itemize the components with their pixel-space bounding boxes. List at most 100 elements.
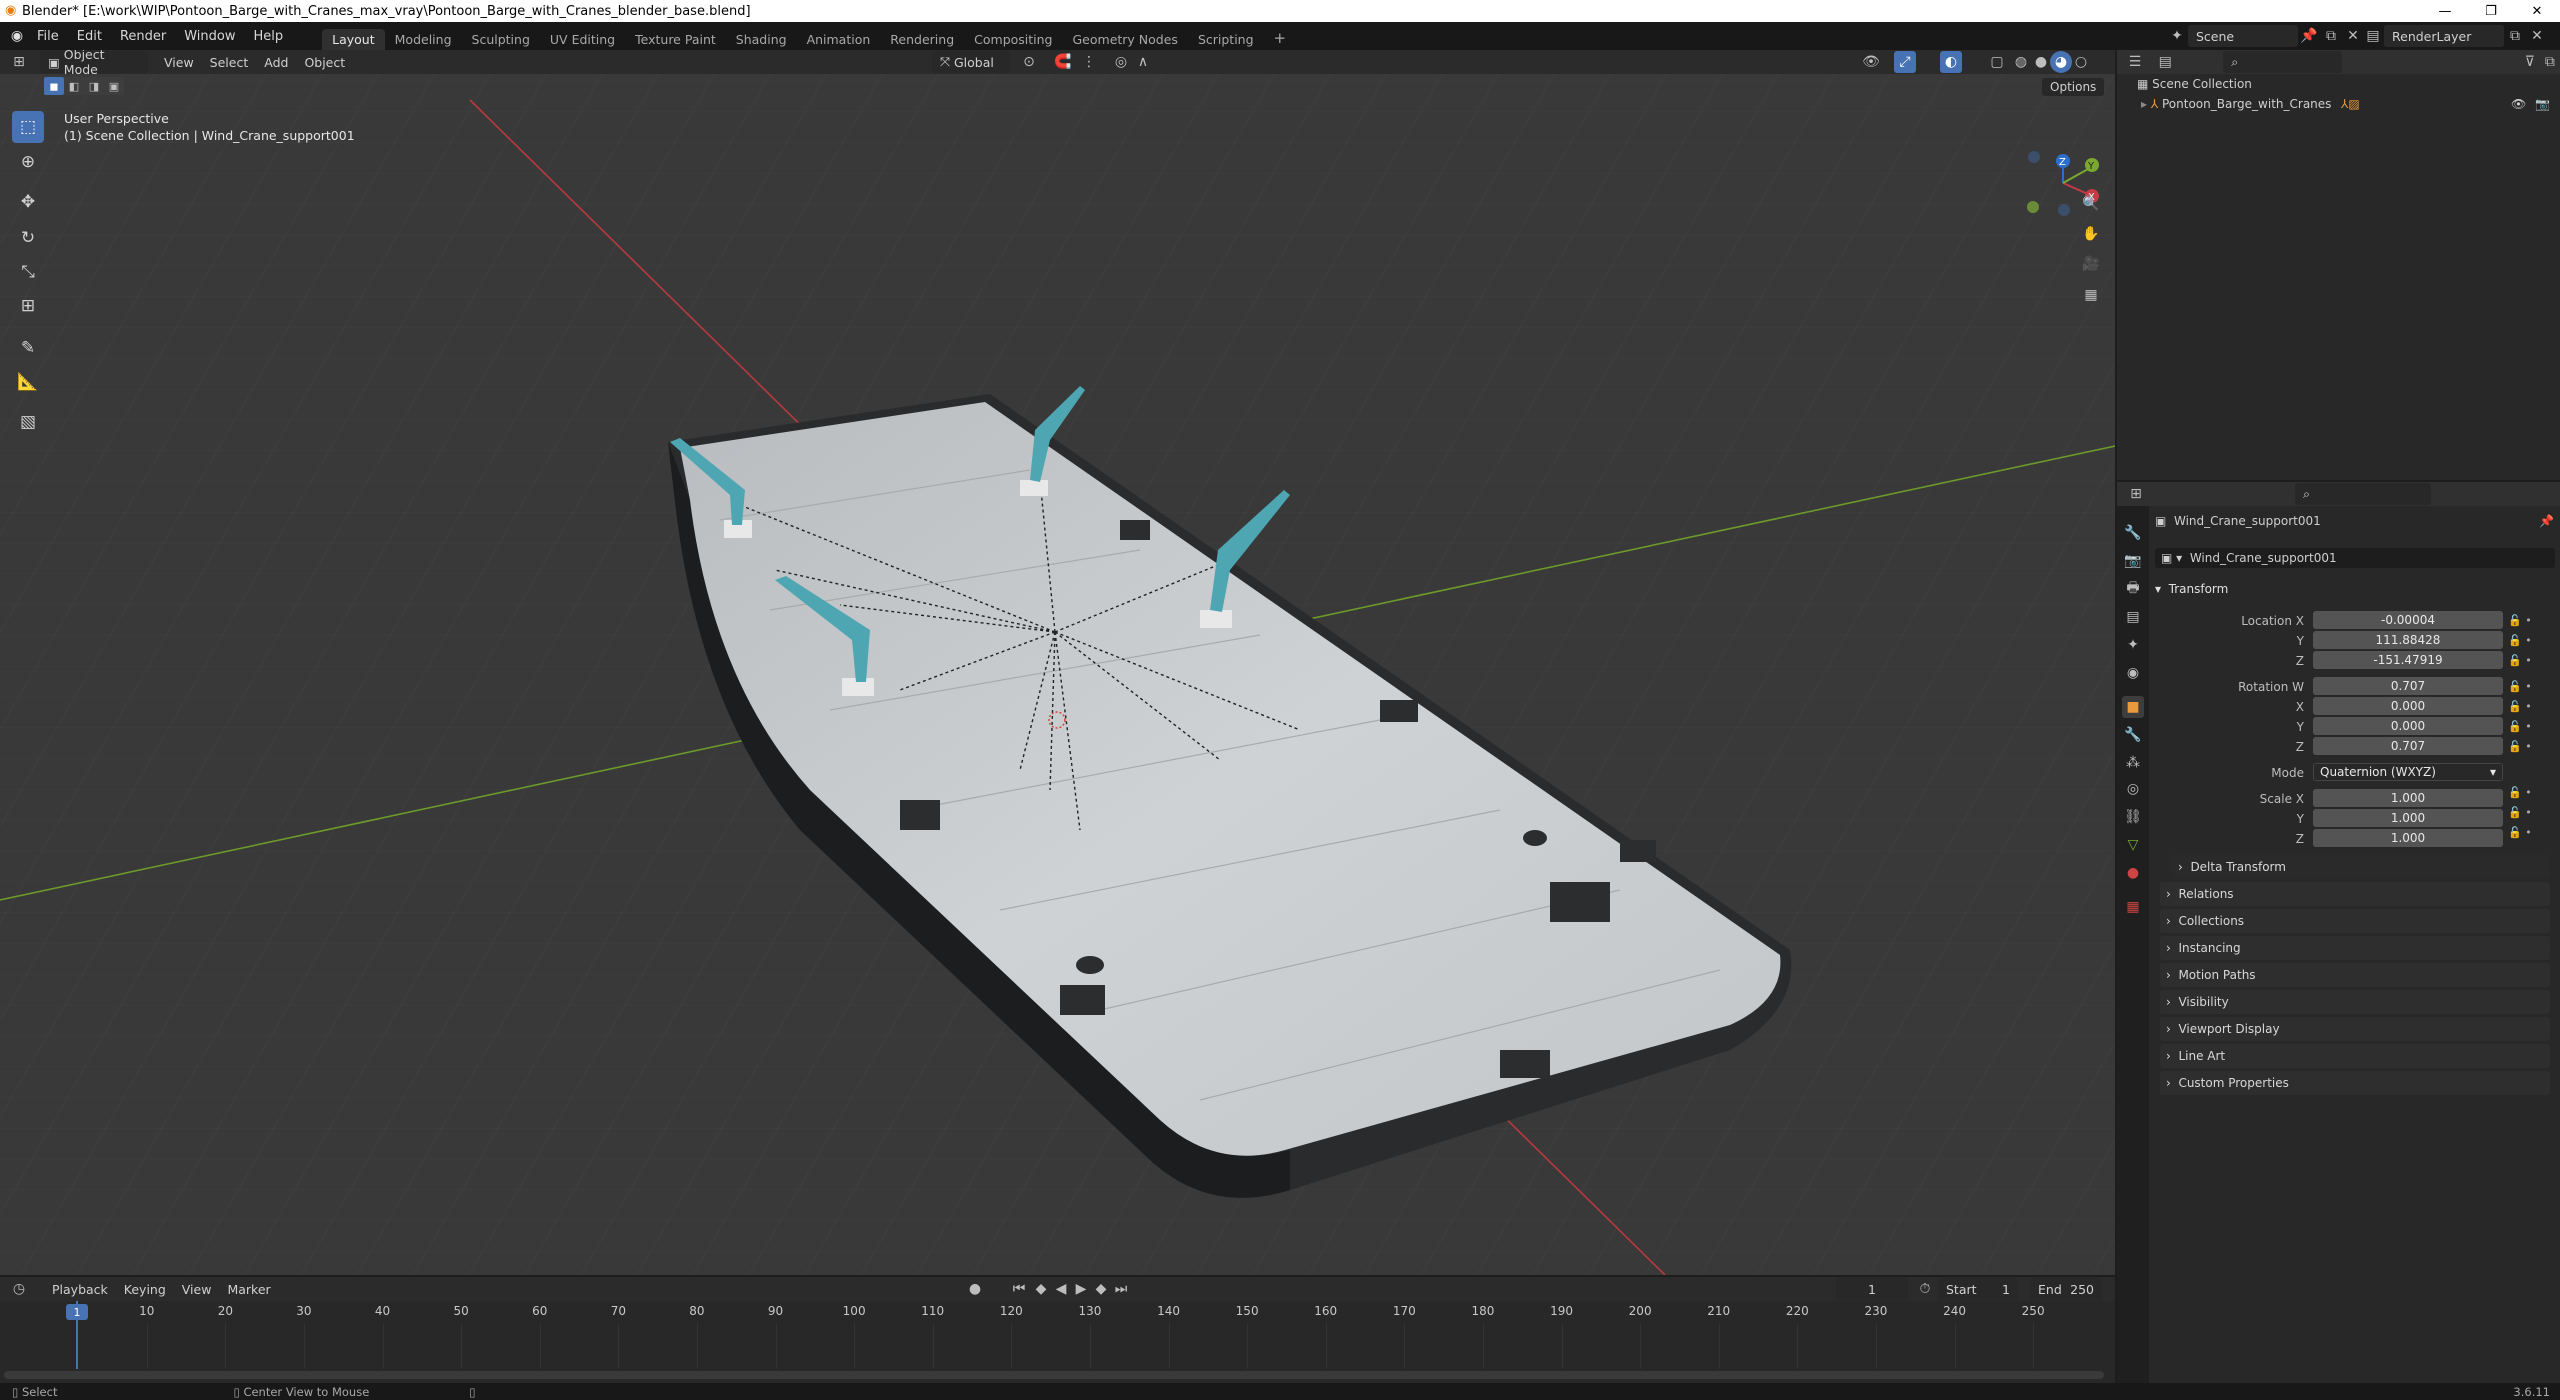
render-camera-icon[interactable]: 📷 [2535, 97, 2550, 111]
scale-z-field[interactable]: 1.000 [2313, 829, 2503, 847]
tab-modeling[interactable]: Modeling [385, 29, 462, 50]
record-icon[interactable]: ● [964, 1278, 986, 1300]
maximize-button[interactable]: ❐ [2468, 0, 2514, 22]
tool-tab-icon[interactable]: 🔧 [2122, 522, 2144, 544]
play-icon[interactable]: ▶ [1070, 1278, 1092, 1300]
gizmo-toggle-icon[interactable]: ⤢ [1894, 51, 1916, 73]
select-intersect-icon[interactable]: ▣ [104, 77, 124, 95]
tab-uv-editing[interactable]: UV Editing [540, 29, 625, 50]
pin-icon-2[interactable]: 📌 [2539, 514, 2554, 528]
location-z-field[interactable]: -151.47919 [2313, 651, 2503, 669]
timeline-track-area[interactable]: 10 20 30 40 50 60 70 80 90 100 110 120 130 140 150 160 1… [0, 1301, 2115, 1383]
snap-target-icon[interactable]: ⋮ [1078, 51, 1100, 73]
ortho-toggle-icon[interactable]: ▦ [2080, 284, 2102, 306]
menu-render[interactable]: Render [111, 29, 175, 44]
new-layer-icon[interactable]: ⧉ [2504, 25, 2526, 47]
xray-icon[interactable]: ▢ [1986, 51, 2008, 73]
menu-select[interactable]: Select [202, 51, 257, 73]
lock-icon[interactable]: 🔓 • [2508, 677, 2538, 697]
visibility-icon[interactable]: 👁 [1860, 51, 1882, 73]
pan-hand-icon[interactable]: ✋ [2080, 223, 2102, 245]
hide-eye-icon[interactable]: 👁 [2511, 97, 2526, 111]
start-frame-field[interactable]: Start 1 [1938, 1278, 2018, 1300]
delta-transform-panel[interactable]: › Delta Transform [2172, 855, 2550, 879]
cursor-tool-icon[interactable]: ⊕ [12, 146, 44, 178]
rotation-z-field[interactable]: 0.707 [2313, 737, 2503, 755]
render-tab-icon[interactable]: 📷 [2122, 550, 2144, 572]
menu-playback[interactable]: Playback [44, 1278, 116, 1300]
menu-window[interactable]: Window [175, 29, 244, 44]
viewport-display-panel[interactable]: › Viewport Display [2160, 1017, 2550, 1041]
mode-dropdown[interactable]: ▣ Object Mode [40, 50, 148, 77]
tab-sculpting[interactable]: Sculpting [462, 29, 540, 50]
delete-scene-icon[interactable]: ✕ [2342, 25, 2364, 47]
zoom-icon[interactable]: 🔍 [2080, 193, 2102, 215]
filter-icon[interactable]: ⊽ [2520, 51, 2540, 73]
outliner-editor-icon[interactable]: ☰ [2125, 51, 2145, 73]
select-extend-icon[interactable]: ◧ [64, 77, 84, 95]
select-new-icon[interactable]: ◼ [44, 77, 64, 95]
menu-marker[interactable]: Marker [219, 1278, 278, 1300]
menu-add[interactable]: Add [256, 51, 296, 73]
motion-paths-panel[interactable]: › Motion Paths [2160, 963, 2550, 987]
solid-shading-icon[interactable]: ● [2030, 51, 2052, 73]
line-art-panel[interactable]: › Line Art [2160, 1044, 2550, 1068]
prev-keyframe-icon[interactable]: ◆ [1030, 1278, 1052, 1300]
rotate-tool-icon[interactable]: ↻ [12, 222, 44, 254]
view-layer-selector[interactable]: ▤ RenderLayer ⧉ ✕ [2362, 25, 2548, 47]
pin-icon[interactable]: 📌 [2298, 25, 2320, 47]
pivot-icon[interactable]: ⊙ [1018, 51, 1040, 73]
play-reverse-icon[interactable]: ◀ [1050, 1278, 1072, 1300]
annotate-tool-icon[interactable]: ✎ [12, 332, 44, 364]
transform-tool-icon[interactable]: ⊞ [12, 290, 44, 322]
lock-icon[interactable]: 🔓 • [2508, 823, 2538, 843]
current-frame-field[interactable]: 1 [1836, 1278, 1908, 1300]
scale-y-field[interactable]: 1.000 [2313, 809, 2503, 827]
location-y-field[interactable]: 111.88428 [2313, 631, 2503, 649]
properties-editor-icon[interactable]: ⊞ [2125, 483, 2147, 505]
next-keyframe-icon[interactable]: ◆ [1090, 1278, 1112, 1300]
add-cube-tool-icon[interactable]: ▧ [12, 406, 44, 438]
lock-icon[interactable]: 🔓 • [2508, 737, 2538, 757]
rotation-mode-dropdown[interactable]: Quaternion (WXYZ) ▾ [2313, 763, 2503, 781]
timeline-scrollbar[interactable] [4, 1371, 2104, 1379]
custom-properties-panel[interactable]: › Custom Properties [2160, 1071, 2550, 1095]
jump-start-icon[interactable]: ⏮ [1008, 1278, 1030, 1300]
close-button[interactable]: ✕ [2514, 0, 2560, 22]
menu-object[interactable]: Object [296, 51, 353, 73]
rendered-shading-icon[interactable]: ○ [2070, 51, 2092, 73]
scene-selector[interactable]: ✦ Scene 📌 ⧉ ✕ [2166, 25, 2364, 47]
expand-arrow-icon[interactable]: ▸ [2141, 97, 2151, 111]
new-collection-icon[interactable]: ⧉ [2540, 51, 2560, 73]
lock-icon[interactable]: 🔓 • [2508, 783, 2538, 803]
texture-tab-icon[interactable]: ▦ [2122, 896, 2144, 918]
editor-type-icon[interactable]: ⊞ [8, 51, 30, 73]
tab-geometry-nodes[interactable]: Geometry Nodes [1063, 29, 1188, 50]
material-tab-icon[interactable]: ● [2122, 862, 2144, 884]
tab-scripting[interactable]: Scripting [1188, 29, 1264, 50]
menu-file[interactable]: File [28, 29, 68, 44]
lock-icon[interactable]: 🔓 • [2508, 697, 2538, 717]
transform-panel-header[interactable]: ▾ Transform [2155, 578, 2555, 600]
clock-icon[interactable]: ⏱ [1914, 1278, 1936, 1300]
rotation-x-field[interactable]: 0.000 [2313, 697, 2503, 715]
lock-icon[interactable]: 🔓 • [2508, 611, 2538, 631]
snap-icon[interactable]: 🧲 [1052, 51, 1074, 73]
select-box-tool-icon[interactable]: ⬚ [12, 111, 44, 143]
tab-compositing[interactable]: Compositing [964, 29, 1062, 50]
timeline-editor-icon[interactable]: ◷ [8, 1278, 30, 1300]
scale-x-field[interactable]: 1.000 [2313, 789, 2503, 807]
delete-layer-icon[interactable]: ✕ [2526, 25, 2548, 47]
options-dropdown[interactable]: Options [2042, 78, 2105, 96]
tab-rendering[interactable]: Rendering [880, 29, 964, 50]
outliner-search-input[interactable]: ⌕ [2223, 51, 2342, 73]
scene-name[interactable]: Scene [2188, 25, 2298, 47]
tab-texture-paint[interactable]: Texture Paint [625, 29, 726, 50]
tab-layout[interactable]: Layout [322, 29, 385, 50]
add-workspace-button[interactable]: + [1264, 26, 1297, 50]
tab-animation[interactable]: Animation [797, 29, 881, 50]
wireframe-shading-icon[interactable]: ◍ [2010, 51, 2032, 73]
select-subtract-icon[interactable]: ◨ [84, 77, 104, 95]
playhead-frame-badge[interactable]: 1 [66, 1304, 88, 1320]
menu-view[interactable]: View [156, 51, 202, 73]
